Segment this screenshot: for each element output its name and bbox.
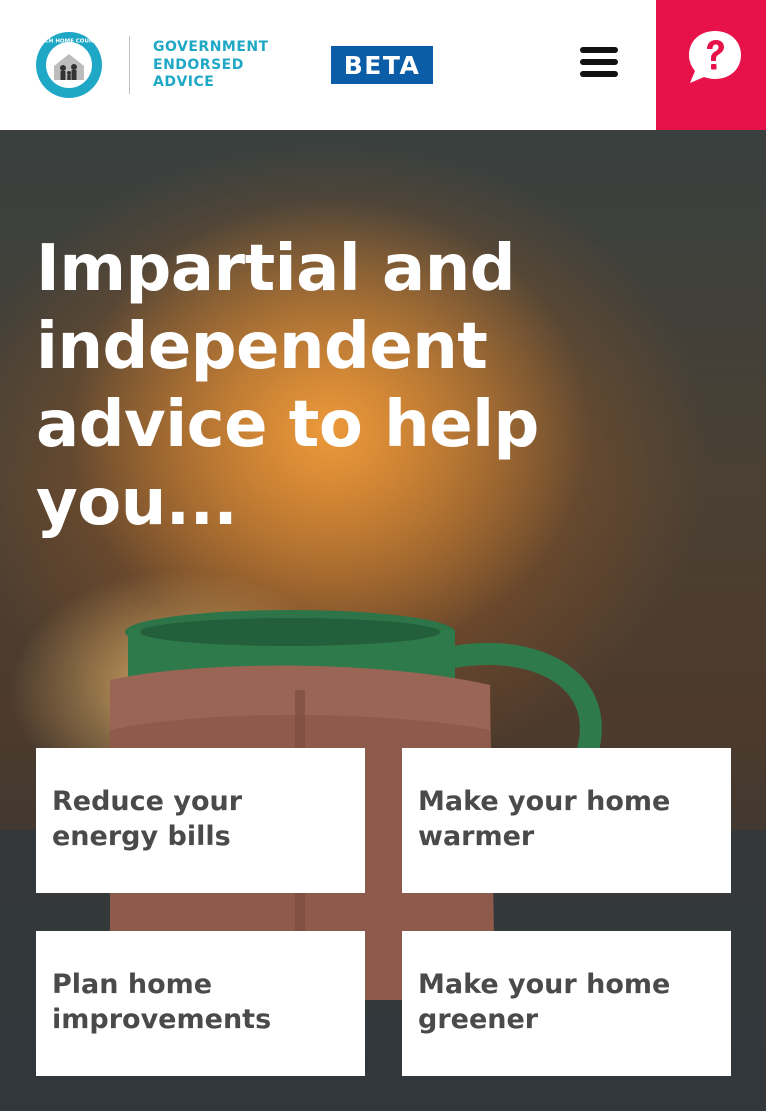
menu-button[interactable] [574, 40, 624, 84]
home-family-logo-icon[interactable]: EACH HOME COUNTS [34, 30, 104, 100]
hamburger-menu-icon [580, 47, 618, 53]
help-button[interactable] [656, 0, 766, 130]
hamburger-bar [580, 59, 618, 65]
card-label: Reduce your energy bills [52, 786, 243, 852]
endorsement-line-1: GOVERNMENT [153, 39, 269, 55]
make-home-greener-card[interactable]: Make your home greener [402, 931, 731, 1076]
beta-badge: BETA [331, 46, 433, 84]
reduce-energy-bills-card[interactable]: Reduce your energy bills [36, 748, 365, 893]
logo-ring-text: EACH HOME COUNTS [37, 39, 102, 45]
card-label: Make your home warmer [418, 786, 671, 852]
hero-title: Impartial and independent advice to help… [36, 232, 539, 540]
endorsement-line-3: ADVICE [153, 74, 215, 90]
site-header: EACH HOME COUNTS GOVERNMENT ENDORSED ADV… [0, 0, 766, 130]
plan-home-improvements-card[interactable]: Plan home improvements [36, 931, 365, 1076]
header-divider [129, 36, 130, 94]
card-label: Make your home greener [418, 969, 671, 1035]
hero-section: Impartial and independent advice to help… [0, 130, 766, 1111]
question-speech-bubble-icon [689, 31, 741, 83]
hamburger-bar [580, 71, 618, 77]
endorsement-text: GOVERNMENT ENDORSED ADVICE [153, 39, 293, 92]
make-home-warmer-card[interactable]: Make your home warmer [402, 748, 731, 893]
endorsement-line-2: ENDORSED [153, 56, 244, 73]
card-label: Plan home improvements [52, 969, 272, 1035]
